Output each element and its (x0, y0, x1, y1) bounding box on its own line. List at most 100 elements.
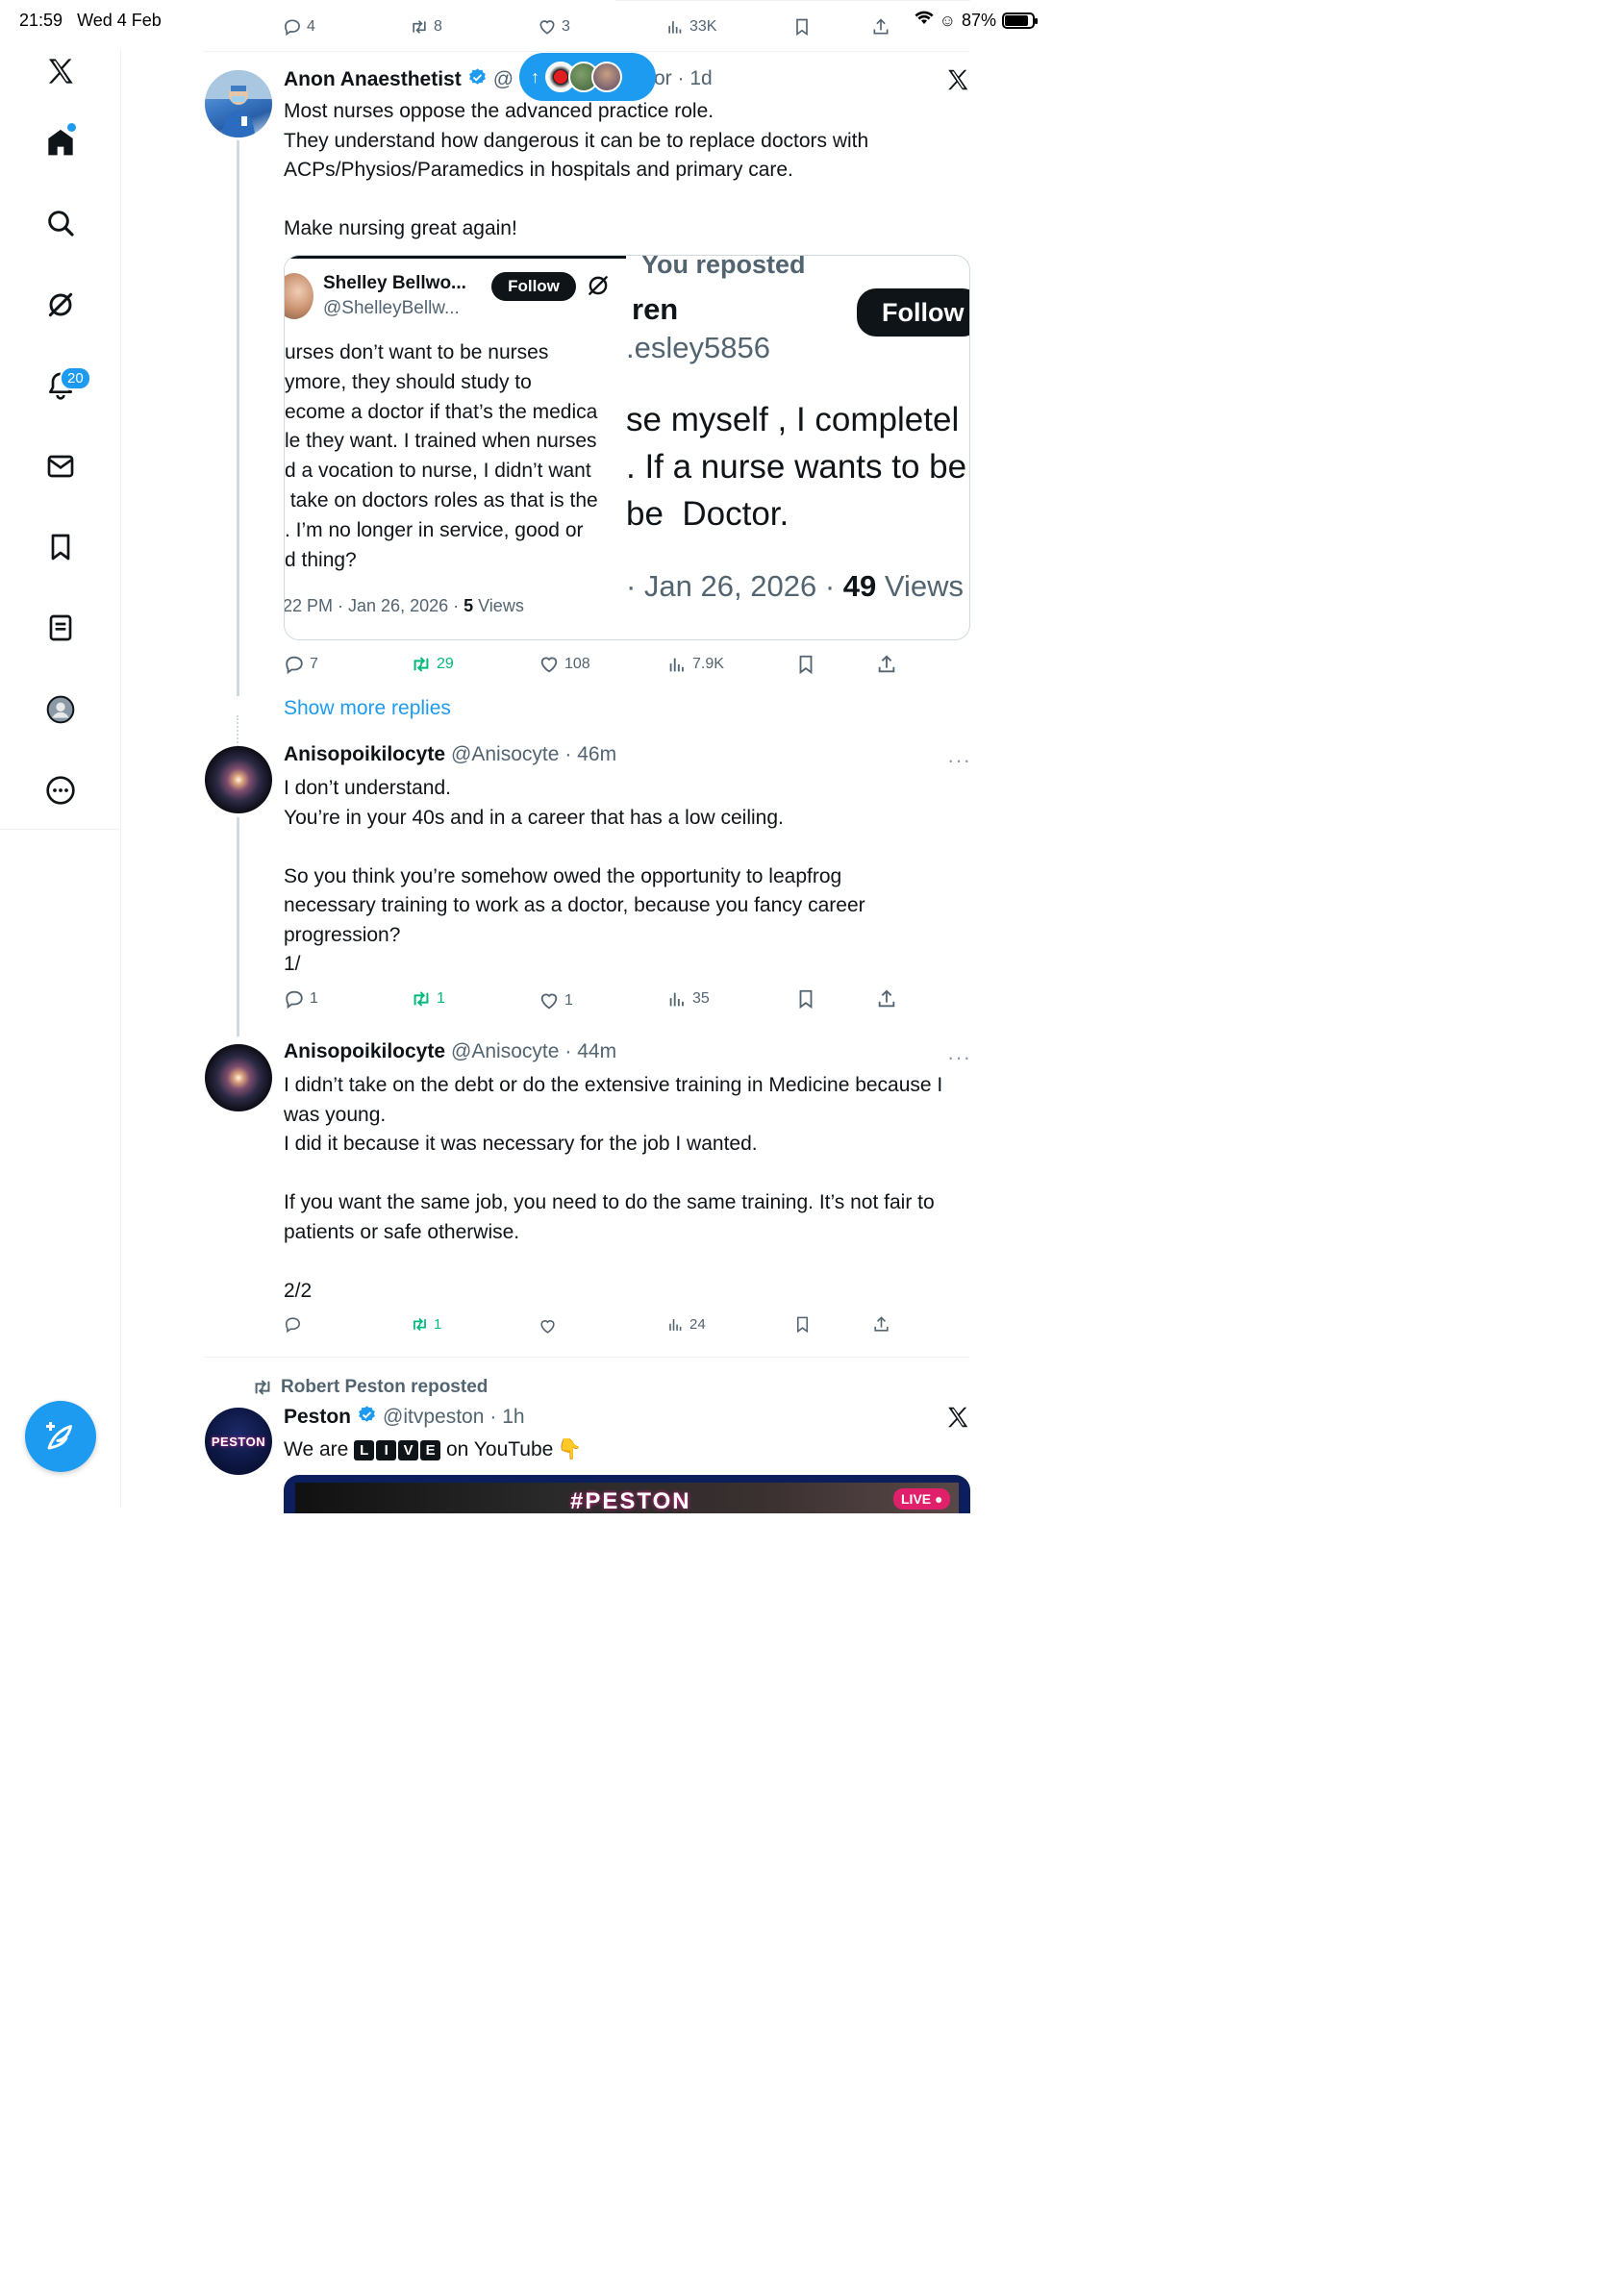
repost-button[interactable]: 1 (411, 988, 445, 1010)
reply-button[interactable]: 1 (284, 988, 318, 1010)
quote-author-handle[interactable]: @ShelleyBellw... (323, 298, 460, 319)
share-button[interactable] (872, 1315, 890, 1334)
tweet-time[interactable]: · 1h (489, 1406, 524, 1429)
more-dots-icon[interactable]: ··· (947, 748, 971, 773)
share-button[interactable] (876, 654, 897, 675)
author-handle[interactable]: @Anisocyte (451, 1040, 559, 1063)
like-count: 3 (562, 18, 570, 35)
bookmark-button[interactable] (795, 988, 816, 1010)
shelley-avatar[interactable] (285, 273, 313, 319)
repost-count: 1 (437, 990, 445, 1007)
peston-avatar[interactable]: PESTON (205, 1408, 272, 1475)
view-count: 35 (692, 990, 710, 1007)
bookmark-button[interactable] (793, 1315, 812, 1334)
repost-count: 8 (434, 18, 442, 35)
video-title: #PESTON (570, 1488, 691, 1513)
views-button[interactable]: 24 (666, 1315, 706, 1334)
video-card[interactable]: #PESTON LIVE ● (284, 1475, 970, 1513)
author-name[interactable]: Anisopoikilocyte (284, 743, 445, 766)
reply-button[interactable] (284, 1315, 302, 1334)
anisocyte-avatar[interactable] (205, 1044, 272, 1111)
views-button[interactable]: 35 (666, 988, 710, 1010)
tweet-time[interactable]: · 44m (564, 1040, 616, 1063)
tweet4-header: Peston @itvpeston · 1h (284, 1405, 525, 1430)
divider (204, 51, 970, 52)
anisocyte-avatar[interactable] (205, 746, 272, 813)
home-icon[interactable] (34, 115, 88, 169)
pointing-down-emoji: 👇 (557, 1438, 583, 1460)
view-count: 7.9K (692, 656, 724, 672)
like-button[interactable]: 3 (538, 17, 570, 37)
reply-button[interactable]: 4 (283, 17, 315, 37)
repost-count: 1 (434, 1316, 442, 1333)
tweet-text: We are L I V E on YouTube 👇 (284, 1435, 582, 1465)
more-dots-icon[interactable]: ··· (947, 1045, 971, 1070)
views-button[interactable]: 33K (665, 17, 716, 37)
quote-left-panel: Shelley Bellwo... @ShelleyBellw... Follo… (285, 256, 626, 639)
quote-author-handle-zoom[interactable]: .esley5856 (626, 331, 770, 365)
more-options-icon[interactable] (34, 763, 88, 817)
status-icons: ☺ 87% (915, 11, 1038, 31)
live-letter: I (376, 1439, 397, 1460)
date: Wed 4 Feb (77, 11, 162, 30)
share-button[interactable] (871, 17, 890, 37)
share-button[interactable] (876, 988, 897, 1010)
search-icon[interactable] (34, 196, 88, 250)
pill-avatar (591, 62, 622, 92)
messages-envelope-icon[interactable] (34, 439, 88, 493)
quote-views-number: 5 (464, 596, 474, 615)
quote-author-name-zoom[interactable]: ren (632, 292, 678, 327)
follow-button[interactable]: Follow (491, 272, 576, 301)
like-button[interactable]: 108 (539, 654, 590, 675)
tweet-text: I don’t understand. You’re in your 40s a… (284, 777, 865, 975)
like-button[interactable]: 1 (539, 990, 573, 1011)
tweet3-header: Anisopoikilocyte @Anisocyte · 44m (284, 1040, 616, 1063)
live-letter: L (354, 1439, 375, 1460)
author-name[interactable]: Peston (284, 1406, 351, 1429)
tweet-text: I didn’t take on the debt or do the exte… (284, 1074, 943, 1302)
author-handle[interactable]: @Anisocyte (451, 743, 559, 766)
bookmark-button[interactable] (792, 17, 812, 37)
author-name[interactable]: Anisopoikilocyte (284, 1040, 445, 1063)
quote-author-name[interactable]: Shelley Bellwo... (323, 273, 466, 294)
repost-button[interactable]: 8 (410, 17, 442, 37)
home-unread-dot (67, 123, 76, 132)
anon-anaesthetist-avatar[interactable] (205, 70, 272, 137)
quoted-tweet-card[interactable]: Shelley Bellwo... @ShelleyBellw... Follo… (284, 255, 970, 640)
x-post-icon (945, 1405, 970, 1435)
tweet-time[interactable]: · 46m (564, 743, 616, 766)
tweet-time[interactable]: or · 1d (654, 67, 713, 90)
tweet1-header: Anon Anaesthetist @ (284, 67, 514, 92)
grok-icon[interactable] (586, 273, 611, 303)
x-logo-icon[interactable] (34, 44, 88, 98)
quote-views-label: Views (473, 596, 524, 615)
thread-line (237, 140, 239, 696)
view-count: 33K (689, 18, 717, 35)
battery-icon (1002, 12, 1038, 29)
lists-icon[interactable] (34, 601, 88, 655)
reply-count: 4 (307, 18, 315, 35)
author-handle[interactable]: @itvpeston (383, 1406, 484, 1429)
grok-icon[interactable] (34, 278, 88, 332)
repost-button[interactable]: 1 (411, 1315, 441, 1334)
reposted-by-label[interactable]: Robert Peston reposted (281, 1377, 488, 1398)
author-handle[interactable]: @ (493, 68, 514, 91)
show-more-replies-link[interactable]: Show more replies (284, 697, 451, 720)
profile-avatar-icon[interactable] (34, 683, 88, 736)
reply-button[interactable]: 7 (284, 654, 318, 675)
verified-badge-icon (357, 1405, 377, 1430)
quote-time: 22 PM · Jan 26, 2026 · (285, 596, 464, 615)
quote-text: urses don’t want to be nurses ymore, the… (285, 341, 598, 571)
peston-avatar-text: PESTON (211, 1434, 266, 1449)
views-button[interactable]: 7.9K (666, 654, 724, 675)
follow-button-zoom[interactable]: Follow (857, 288, 969, 337)
new-posts-pill[interactable]: ↑ (519, 53, 656, 101)
quote-time-zoom: · Jan 26, 2026 · (626, 569, 843, 603)
like-button[interactable] (539, 1317, 557, 1335)
reply-count: 7 (310, 656, 318, 672)
author-name[interactable]: Anon Anaesthetist (284, 68, 462, 91)
repost-button[interactable]: 29 (411, 654, 454, 675)
bookmark-button[interactable] (795, 654, 816, 675)
compose-post-button[interactable] (25, 1401, 96, 1472)
bookmarks-icon[interactable] (34, 520, 88, 574)
